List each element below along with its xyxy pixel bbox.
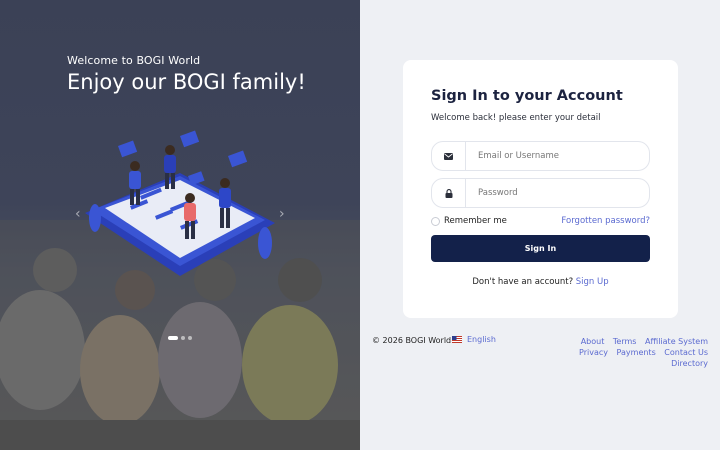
email-input[interactable] [466,151,649,161]
carousel-prev-button[interactable]: ‹ [75,206,81,222]
signin-card: Sign In to your Account Welcome back! pl… [403,60,678,318]
chevron-right-icon: › [279,206,285,222]
community-illustration [85,130,275,276]
footer-link-payments[interactable]: Payments [617,348,656,357]
footer-link-directory[interactable]: Directory [671,359,708,368]
footer-links: About Terms Affiliate System Privacy Pay… [548,336,708,369]
carousel-dot-3[interactable] [188,336,192,340]
password-input[interactable] [466,188,649,198]
password-field[interactable] [431,178,650,208]
footer-link-contact[interactable]: Contact Us [664,348,708,357]
card-subtitle: Welcome back! please enter your detail [431,113,601,123]
signup-prompt: Don't have an account? [472,277,574,287]
remember-me-label: Remember me [444,216,507,226]
us-flag-icon [452,336,462,343]
envelope-icon [432,142,466,170]
language-selector[interactable]: English [452,335,496,344]
signup-link[interactable]: Sign Up [576,277,609,287]
carousel-indicators [168,336,192,340]
hero-headline: Enjoy our BOGI family! [67,70,306,94]
email-field[interactable] [431,141,650,171]
carousel-dot-1[interactable] [168,336,178,340]
carousel-dot-2[interactable] [181,336,185,340]
footer-link-privacy[interactable]: Privacy [579,348,608,357]
signup-row: Don't have an account? Sign Up [403,277,678,287]
signin-button[interactable]: Sign In [431,235,650,262]
hero-panel: Welcome to BOGI World Enjoy our BOGI fam… [0,0,360,450]
checkbox-icon[interactable] [431,216,440,226]
language-label: English [467,335,496,344]
chevron-left-icon: ‹ [75,206,81,222]
carousel-next-button[interactable]: › [279,206,285,222]
footer-link-about[interactable]: About [581,337,605,346]
hero-eyebrow: Welcome to BOGI World [67,54,201,67]
footer-link-terms[interactable]: Terms [613,337,637,346]
forgot-password-link[interactable]: Forgotten password? [561,216,650,226]
remember-me-checkbox[interactable]: Remember me [431,216,507,226]
copyright-text: © 2026 BOGI World [372,336,452,345]
lock-icon [432,179,466,207]
card-title: Sign In to your Account [431,88,623,104]
footer-link-affiliate[interactable]: Affiliate System [645,337,708,346]
